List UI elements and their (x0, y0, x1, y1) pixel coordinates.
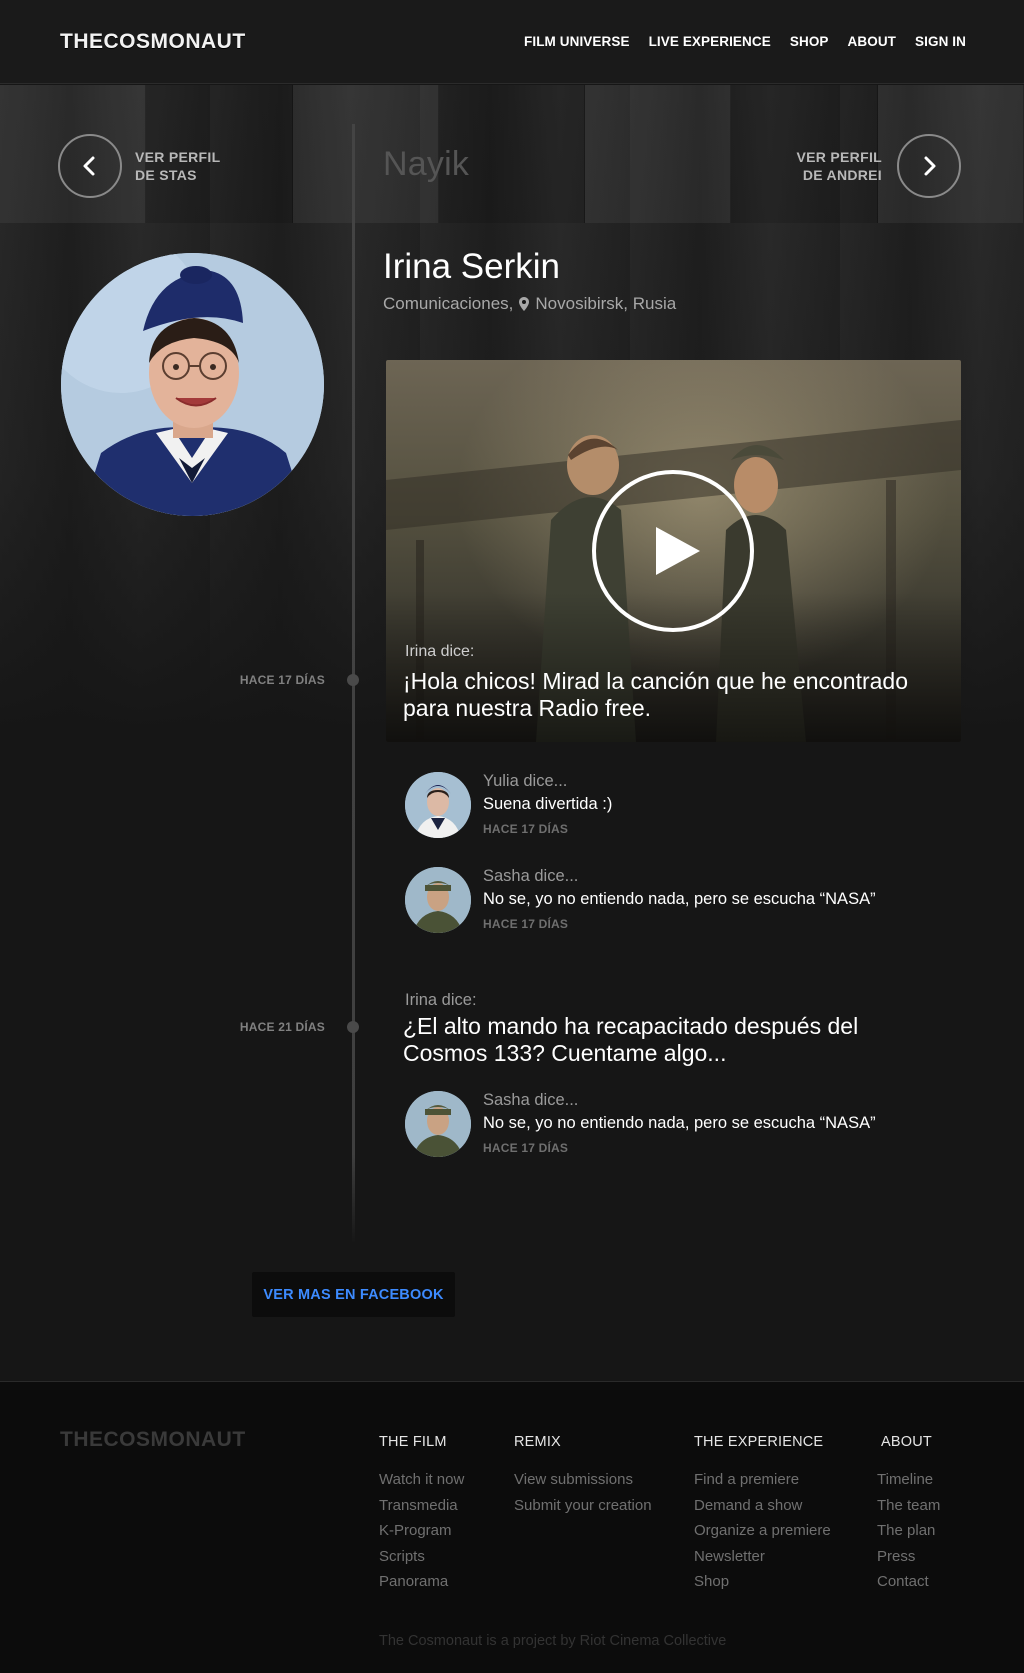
footer-column-remix: REMIX View submissions Submit your creat… (514, 1434, 652, 1518)
prev-profile-label-line1: VER PERFIL (135, 149, 221, 165)
comment-text: No se, yo no entiendo nada, pero se escu… (483, 1114, 876, 1132)
comment-author: Yulia dice... (483, 772, 568, 790)
comment-date: HACE 17 DÍAS (483, 822, 569, 836)
footer-column-title: ABOUT (881, 1434, 932, 1450)
nav-sign-in[interactable]: SIGN IN (915, 34, 966, 49)
footer-link[interactable]: Timeline (877, 1467, 940, 1493)
main-nav: FILM UNIVERSE LIVE EXPERIENCE SHOP ABOUT… (524, 34, 966, 49)
footer-column-film: THE FILM Watch it now Transmedia K-Progr… (379, 1434, 464, 1595)
footer-link[interactable]: Find a premiere (694, 1467, 831, 1493)
post-date: HACE 21 DÍAS (239, 1020, 325, 1034)
next-profile-button[interactable] (897, 134, 961, 198)
commenter-avatar[interactable] (405, 772, 471, 838)
footer-link[interactable]: The plan (877, 1518, 940, 1544)
profile-portrait-image (61, 253, 324, 516)
footer-column-title: REMIX (514, 1434, 561, 1450)
play-icon (656, 527, 700, 575)
footer-credit: The Cosmonaut is a project by Riot Cinem… (379, 1633, 727, 1649)
chevron-right-icon (924, 156, 936, 176)
commenter-avatar[interactable] (405, 1091, 471, 1157)
profile-meta: Comunicaciones, Novosibirsk, Rusia (383, 294, 676, 314)
footer-link[interactable]: View submissions (514, 1467, 652, 1493)
chevron-left-icon (83, 156, 95, 176)
footer-column-experience: THE EXPERIENCE Find a premiere Demand a … (694, 1434, 831, 1595)
prev-profile-link[interactable]: VER PERFIL DE STAS (135, 148, 220, 184)
post-text: ¡Hola chicos! Mirad la canción que he en… (403, 668, 909, 721)
comment-author: Sasha dice... (483, 1091, 579, 1109)
comment-text: No se, yo no entiendo nada, pero se escu… (483, 890, 876, 908)
profile-avatar (61, 253, 324, 516)
post-author: Irina dice: (405, 991, 477, 1009)
next-profile-label-line2: DE ANDREI (802, 167, 882, 183)
comment-date: HACE 17 DÍAS (483, 917, 569, 931)
commenter-avatar[interactable] (405, 867, 471, 933)
nav-film-universe[interactable]: FILM UNIVERSE (524, 34, 630, 49)
nav-shop[interactable]: SHOP (790, 34, 829, 49)
footer-link[interactable]: Newsletter (694, 1544, 831, 1570)
profile-location: Novosibirsk, Rusia (535, 294, 677, 313)
nav-about[interactable]: ABOUT (848, 34, 897, 49)
post-date: HACE 17 DÍAS (239, 673, 325, 687)
comment-item: Sasha dice... No se, yo no entiendo nada… (405, 867, 965, 937)
timeline-dot (347, 1021, 359, 1033)
nav-live-experience[interactable]: LIVE EXPERIENCE (649, 34, 771, 49)
timeline-dot (347, 674, 359, 686)
group-title: Nayik (383, 145, 470, 183)
footer-link[interactable]: Submit your creation (514, 1493, 652, 1519)
comment-author: Sasha dice... (483, 867, 579, 885)
site-logo[interactable]: THECOSMONAUT (60, 30, 246, 54)
comment-item: Yulia dice... Suena divertida :) HACE 17… (405, 772, 965, 842)
profile-role: Comunicaciones, (383, 294, 514, 313)
site-header: THECOSMONAUT FILM UNIVERSE LIVE EXPERIEN… (0, 0, 1024, 84)
play-button[interactable] (592, 470, 754, 632)
footer-link[interactable]: Demand a show (694, 1493, 831, 1519)
footer-link[interactable]: Press (877, 1544, 940, 1570)
footer-column-title: THE FILM (379, 1434, 447, 1450)
see-more-facebook-button[interactable]: VER MAS EN FACEBOOK (252, 1272, 455, 1317)
footer-link[interactable]: Transmedia (379, 1493, 464, 1519)
comment-date: HACE 17 DÍAS (483, 1141, 569, 1155)
footer-link[interactable]: Contact (877, 1569, 940, 1595)
video-post-card[interactable]: Irina dice: ¡Hola chicos! Mirad la canci… (386, 360, 961, 742)
comment-item: Sasha dice... No se, yo no entiendo nada… (405, 1091, 965, 1161)
footer-column-title: THE EXPERIENCE (694, 1434, 824, 1450)
footer-link[interactable]: Watch it now (379, 1467, 464, 1493)
prev-profile-label-line2: DE STAS (135, 167, 197, 183)
comment-text: Suena divertida :) (483, 795, 613, 813)
footer-link[interactable]: K-Program (379, 1518, 464, 1544)
footer-link[interactable]: Shop (694, 1569, 831, 1595)
footer-link[interactable]: Organize a premiere (694, 1518, 831, 1544)
prev-profile-button[interactable] (58, 134, 122, 198)
footer-link[interactable]: Panorama (379, 1569, 464, 1595)
profile-name: Irina Serkin (383, 247, 561, 286)
post-author: Irina dice: (405, 643, 475, 660)
next-profile-link[interactable]: VER PERFIL DE ANDREI (797, 148, 882, 184)
map-pin-icon (519, 297, 530, 311)
footer-link[interactable]: Scripts (379, 1544, 464, 1570)
footer-column-about: ABOUT Timeline The team The plan Press C… (877, 1434, 940, 1595)
site-footer: THECOSMONAUT THE FILM Watch it now Trans… (0, 1381, 1024, 1673)
post-text: ¿El alto mando ha recapacitado después d… (403, 1013, 859, 1066)
footer-link[interactable]: The team (877, 1493, 940, 1519)
next-profile-label-line1: VER PERFIL (796, 149, 882, 165)
footer-logo[interactable]: THECOSMONAUT (60, 1428, 246, 1452)
